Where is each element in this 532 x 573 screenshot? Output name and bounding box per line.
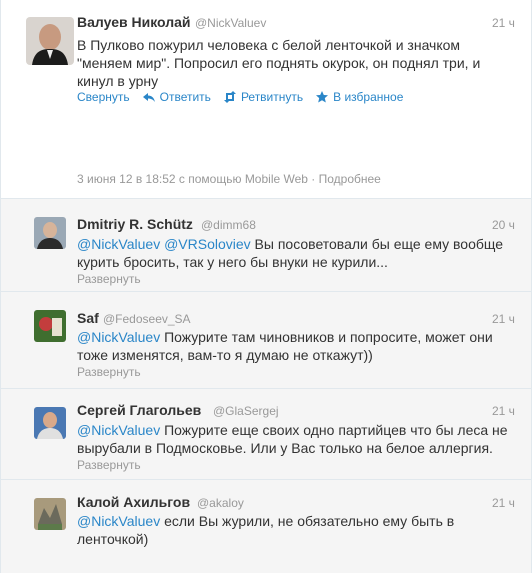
avatar[interactable] <box>34 217 66 249</box>
tweet-actions: Свернуть Ответить Ретвитнуть В избранное <box>77 90 403 104</box>
reply-item[interactable]: Калой Ахильгов @akaloy 21 ч @NickValuev … <box>0 479 532 573</box>
replies-list: Dmitriy R. Schütz @dimm68 20 ч @NickValu… <box>0 198 532 573</box>
mention-link[interactable]: @NickValuev <box>77 422 160 438</box>
expand-link[interactable]: Развернуть <box>77 458 141 472</box>
retweet-action[interactable]: Ретвитнуть <box>223 90 303 104</box>
reply-text: @NickValuev если Вы журили, не обязатель… <box>77 512 477 548</box>
reply-time[interactable]: 21 ч <box>492 312 515 326</box>
reply-action[interactable]: Ответить <box>142 90 211 104</box>
reply-item[interactable]: Saf @Fedoseev_SA 21 ч @NickValuev Пожури… <box>0 291 532 389</box>
expand-link[interactable]: Развернуть <box>77 272 141 286</box>
mention-link[interactable]: @NickValuev <box>77 329 160 345</box>
tweet-text: В Пулково пожурил человека с белой ленто… <box>77 37 481 89</box>
reply-item[interactable]: Сергей Глагольев @GlaSergej 21 ч @NickVa… <box>0 388 532 480</box>
reply-label: Ответить <box>159 90 211 104</box>
author-handle[interactable]: @NickValuev <box>195 16 266 30</box>
reply-time[interactable]: 21 ч <box>492 404 515 418</box>
reply-author-name[interactable]: Калой Ахильгов <box>77 494 190 510</box>
star-icon <box>316 91 329 103</box>
reply-author-handle[interactable]: @GlaSergej <box>213 404 279 418</box>
favorite-action[interactable]: В избранное <box>315 90 403 104</box>
mention-link[interactable]: @NickValuev <box>77 513 160 529</box>
reply-icon <box>142 93 155 102</box>
reply-time[interactable]: 21 ч <box>492 496 515 510</box>
reply-author-name[interactable]: Dmitriy R. Schütz <box>77 216 193 232</box>
reply-author-handle[interactable]: @Fedoseev_SA <box>103 312 191 326</box>
expand-link[interactable]: Развернуть <box>77 365 141 379</box>
tweet-meta[interactable]: 3 июня 12 в 18:52 с помощью Mobile Web ·… <box>77 172 381 186</box>
collapse-link[interactable]: Свернуть <box>77 90 130 104</box>
reply-item[interactable]: Dmitriy R. Schütz @dimm68 20 ч @NickValu… <box>0 198 532 292</box>
avatar[interactable] <box>34 407 66 439</box>
reply-author-handle[interactable]: @akaloy <box>197 496 244 510</box>
reply-time[interactable]: 20 ч <box>492 218 515 232</box>
main-tweet: Валуев Николай @NickValuev 21 ч В Пулков… <box>0 0 532 198</box>
reply-author-name[interactable]: Сергей Глагольев <box>77 402 201 418</box>
reply-text: @NickValuev Пожурите там чиновников и по… <box>77 328 509 364</box>
avatar[interactable] <box>34 498 66 530</box>
favorite-label: В избранное <box>333 90 404 104</box>
avatar[interactable] <box>34 310 66 342</box>
reply-author-name[interactable]: Saf <box>77 310 99 326</box>
retweet-icon <box>223 91 236 103</box>
reply-author-handle[interactable]: @dimm68 <box>201 218 256 232</box>
author-name[interactable]: Валуев Николай <box>77 14 191 30</box>
retweet-label: Ретвитнуть <box>240 90 304 104</box>
tweet-time[interactable]: 21 ч <box>492 16 515 30</box>
reply-text: @NickValuev Пожурите еще своих одно парт… <box>77 421 509 457</box>
mention-link[interactable]: @NickValuev @VRSoloviev <box>77 236 251 252</box>
reply-text: @NickValuev @VRSoloviev Вы посоветовали … <box>77 235 509 271</box>
avatar[interactable] <box>26 17 74 65</box>
